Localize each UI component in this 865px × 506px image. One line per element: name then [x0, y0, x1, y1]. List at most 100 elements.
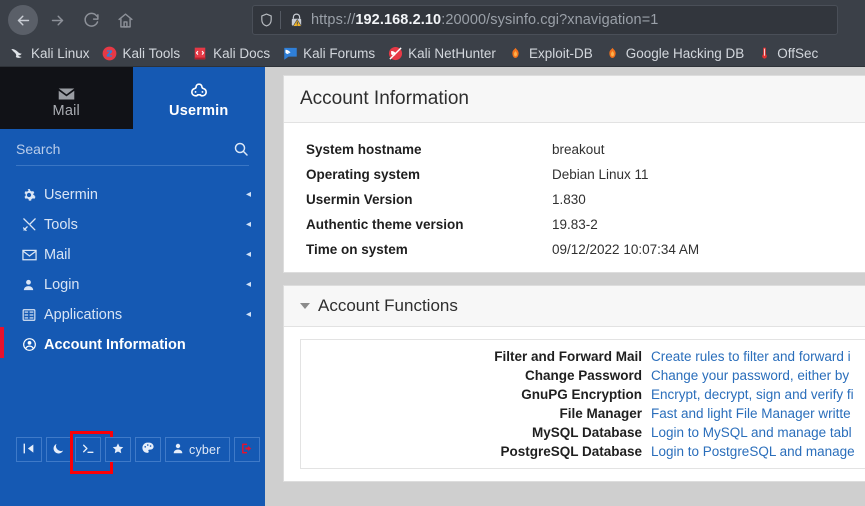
- offsec-icon: [756, 45, 772, 61]
- lock-warning-icon[interactable]: [289, 12, 304, 28]
- sidebar-item-label: Tools: [44, 216, 78, 233]
- info-key: Usermin Version: [306, 192, 413, 207]
- function-name: Filter and Forward Mail: [494, 349, 642, 364]
- function-description-link[interactable]: Change your password, either by: [651, 366, 849, 385]
- tab-mail[interactable]: Mail: [0, 67, 133, 129]
- function-name: Change Password: [524, 368, 642, 383]
- collapse-sidebar-button[interactable]: [16, 437, 42, 462]
- bookmark-exploit-db[interactable]: Exploit-DB: [502, 43, 599, 63]
- sidebar-item-label: Account Information: [44, 336, 186, 353]
- usermin-logo-icon: [188, 81, 210, 101]
- chevron-down-icon[interactable]: [300, 303, 310, 309]
- shield-icon[interactable]: [259, 12, 274, 28]
- sidebar-item-label: Login: [44, 276, 80, 293]
- chevron-left-icon: ◂: [245, 219, 251, 230]
- search-icon[interactable]: [233, 141, 249, 157]
- function-description-link[interactable]: Login to PostgreSQL and manage: [651, 442, 855, 461]
- bookmark-kali-linux[interactable]: Kali Linux: [4, 43, 96, 63]
- list-item[interactable]: Filter and Forward Mail Create rules to …: [301, 347, 865, 366]
- info-value: breakout: [552, 142, 605, 157]
- page-body: Mail Usermin Usermin ◂: [0, 67, 865, 506]
- search-input[interactable]: [16, 141, 206, 157]
- envelope-icon: [22, 249, 44, 261]
- url-scheme: https://: [311, 12, 356, 28]
- current-user-button[interactable]: cyber: [165, 437, 230, 462]
- sidebar-item-usermin[interactable]: Usermin ◂: [0, 180, 265, 209]
- function-description-link[interactable]: Login to MySQL and manage tabl: [651, 423, 852, 442]
- terminal-button[interactable]: [70, 431, 113, 474]
- current-user-name: cyber: [189, 442, 221, 457]
- list-item[interactable]: GnuPG Encryption Encrypt, decrypt, sign …: [301, 385, 865, 404]
- list-item[interactable]: PostgreSQL Database Login to PostgreSQL …: [301, 442, 865, 461]
- kali-tools-icon: [102, 45, 118, 61]
- gear-icon: [22, 188, 44, 202]
- table-row: Operating system Debian Linux 11: [284, 162, 865, 187]
- bookmark-kali-docs[interactable]: Kali Docs: [186, 43, 276, 63]
- info-value: Debian Linux 11: [552, 167, 649, 182]
- kali-forums-icon: [282, 45, 298, 61]
- bookmark-offsec[interactable]: OffSec: [750, 43, 824, 63]
- account-functions-panel: Account Functions Filter and Forward Mai…: [283, 285, 865, 482]
- sidebar-tabs: Mail Usermin: [0, 67, 265, 129]
- theme-palette-button[interactable]: [135, 437, 161, 462]
- info-value: 1.830: [552, 192, 586, 207]
- user-icon: [22, 278, 44, 292]
- list-item[interactable]: File Manager Fast and light File Manager…: [301, 404, 865, 423]
- bookmark-label: Kali Forums: [303, 45, 376, 61]
- tab-label: Mail: [52, 103, 80, 119]
- sidebar-button-bar: cyber: [16, 431, 264, 474]
- sidebar-item-login[interactable]: Login ◂: [0, 270, 265, 299]
- forward-arrow-icon[interactable]: [42, 5, 72, 35]
- chevron-left-icon: ◂: [245, 279, 251, 290]
- envelope-icon: [57, 81, 76, 101]
- info-value: 19.83-2: [552, 217, 598, 232]
- address-bar-divider: [280, 11, 281, 29]
- table-row: Time on system 09/12/2022 10:07:34 AM: [284, 237, 865, 262]
- logout-button[interactable]: [233, 437, 260, 462]
- account-functions-list: Filter and Forward Mail Create rules to …: [300, 339, 865, 469]
- home-icon[interactable]: [110, 5, 140, 35]
- sidebar-item-account-information[interactable]: Account Information: [0, 327, 265, 359]
- chevron-left-icon: ◂: [245, 189, 251, 200]
- function-description-link[interactable]: Fast and light File Manager writte: [651, 404, 851, 423]
- list-item[interactable]: Change Password Change your password, ei…: [301, 366, 865, 385]
- info-key: Time on system: [306, 242, 408, 257]
- sidebar-item-tools[interactable]: Tools ◂: [0, 210, 265, 239]
- function-name: File Manager: [559, 406, 642, 421]
- applications-grid-icon: [22, 308, 44, 322]
- tab-usermin[interactable]: Usermin: [132, 67, 265, 129]
- table-row: System hostname breakout: [284, 137, 865, 162]
- google-hacking-db-icon: [605, 45, 621, 61]
- list-item[interactable]: MySQL Database Login to MySQL and manage…: [301, 423, 865, 442]
- bookmark-label: Kali Docs: [213, 45, 271, 61]
- page-title: Account Information: [284, 76, 865, 123]
- favorites-button[interactable]: [105, 437, 131, 462]
- bookmark-kali-forums[interactable]: Kali Forums: [276, 43, 381, 63]
- function-description-link[interactable]: Create rules to filter and forward i: [651, 347, 851, 366]
- browser-toolbar: https://192.168.2.10:20000/sysinfo.cgi?x…: [0, 0, 865, 40]
- reload-icon[interactable]: [76, 5, 106, 35]
- bookmark-google-hacking-db[interactable]: Google Hacking DB: [599, 43, 751, 63]
- function-name: PostgreSQL Database: [500, 444, 642, 459]
- terminal-prompt-icon: [81, 442, 95, 458]
- bookmark-kali-nethunter[interactable]: Kali NetHunter: [381, 43, 502, 63]
- account-functions-header[interactable]: Account Functions: [284, 286, 865, 327]
- sidebar-search[interactable]: [16, 141, 249, 166]
- sidebar-item-applications[interactable]: Applications ◂: [0, 300, 265, 329]
- main-content: Account Information System hostname brea…: [265, 67, 865, 506]
- night-mode-button[interactable]: [46, 437, 71, 462]
- function-description-link[interactable]: Encrypt, decrypt, sign and verify fi: [651, 385, 854, 404]
- function-name: GnuPG Encryption: [521, 387, 642, 402]
- bookmarks-bar: Kali Linux Kali Tools Kali Docs Kali For…: [0, 40, 865, 67]
- back-arrow-icon[interactable]: [8, 5, 38, 35]
- sidebar-nav: Usermin ◂ Tools ◂ Mail ◂ Login ◂ Applica…: [0, 180, 265, 360]
- url-path: :20000/sysinfo.cgi?xnavigation=1: [441, 12, 659, 28]
- address-bar[interactable]: https://192.168.2.10:20000/sysinfo.cgi?x…: [252, 5, 838, 35]
- palette-icon: [141, 441, 155, 458]
- bookmark-kali-tools[interactable]: Kali Tools: [96, 43, 187, 63]
- browser-chrome: https://192.168.2.10:20000/sysinfo.cgi?x…: [0, 0, 865, 67]
- table-row: Usermin Version 1.830: [284, 187, 865, 212]
- bookmark-label: Kali Linux: [31, 45, 90, 61]
- system-info-table: System hostname breakout Operating syste…: [284, 123, 865, 272]
- sidebar-item-mail[interactable]: Mail ◂: [0, 240, 265, 269]
